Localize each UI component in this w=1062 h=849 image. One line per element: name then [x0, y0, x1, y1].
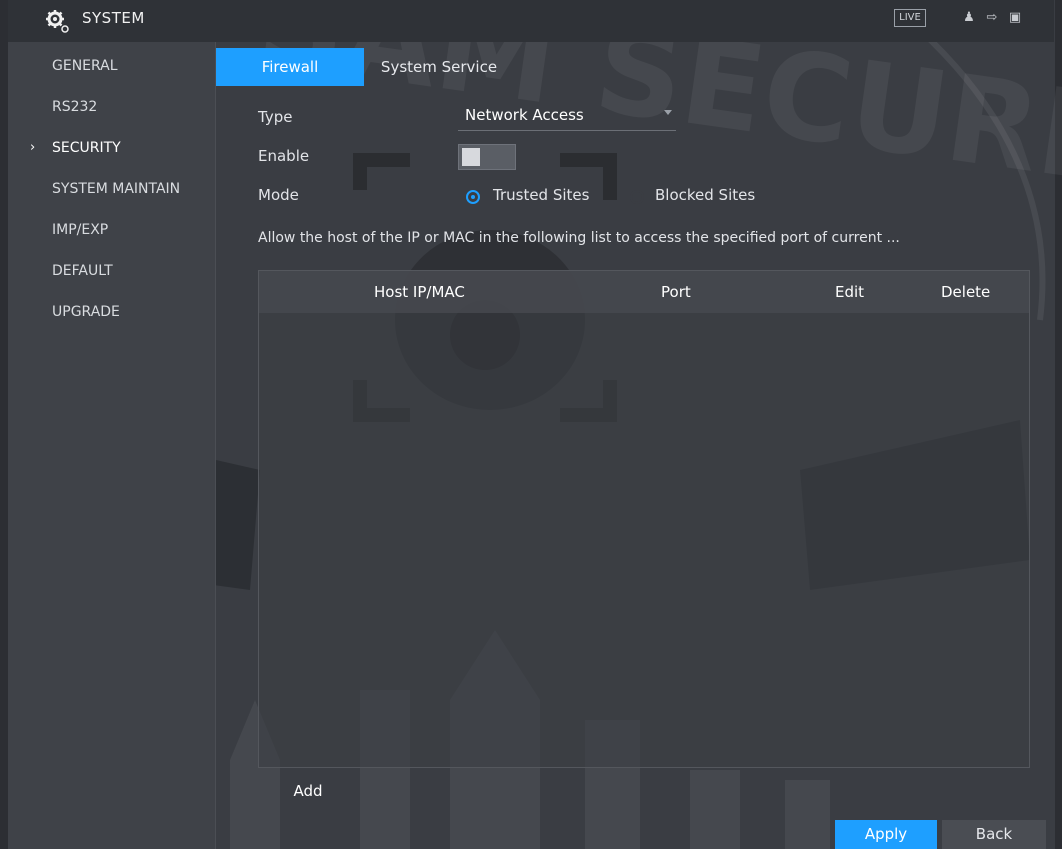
live-button[interactable]: LIVE	[894, 9, 926, 27]
sidebar-item-system-maintain[interactable]: SYSTEM MAINTAIN	[8, 170, 215, 208]
sidebar-item-default[interactable]: DEFAULT	[8, 252, 215, 290]
tab-system-service[interactable]: System Service	[364, 48, 514, 86]
type-select-value: Network Access	[465, 106, 584, 124]
gear-icon	[46, 10, 69, 33]
sidebar-item-general[interactable]: GENERAL	[8, 47, 215, 85]
apply-button[interactable]: Apply	[835, 820, 937, 849]
host-table: Host IP/MAC Port Edit Delete	[258, 270, 1030, 768]
sidebar-item-label: DEFAULT	[52, 263, 113, 279]
radio-trusted-sites[interactable]	[466, 190, 480, 204]
radio-blocked-sites-label: Blocked Sites	[655, 186, 756, 204]
firewall-description: Allow the host of the IP or MAC in the f…	[258, 230, 900, 246]
back-button[interactable]: Back	[942, 820, 1046, 849]
title-bar: SYSTEM LIVE ♟ ⇨ ▣	[8, 0, 1054, 42]
close-icon[interactable]: ▣	[1006, 9, 1024, 27]
sidebar-item-rs232[interactable]: RS232	[8, 88, 215, 126]
column-edit: Edit	[835, 283, 865, 301]
radio-trusted-sites-label: Trusted Sites	[493, 186, 590, 204]
sidebar-item-label: RS232	[52, 99, 98, 115]
sidebar: GENERAL RS232 › SECURITY SYSTEM MAINTAIN…	[8, 42, 216, 849]
column-host-ip-mac: Host IP/MAC	[374, 283, 465, 301]
logout-icon[interactable]: ⇨	[983, 9, 1001, 27]
sidebar-item-label: SECURITY	[52, 140, 121, 156]
sidebar-item-label: IMP/EXP	[52, 222, 109, 238]
radio-blocked-sites[interactable]	[630, 190, 644, 204]
enable-label: Enable	[258, 147, 310, 165]
table-header: Host IP/MAC Port Edit Delete	[259, 271, 1029, 313]
window-title: SYSTEM	[82, 9, 145, 27]
mode-label: Mode	[258, 186, 299, 204]
enable-toggle[interactable]	[458, 144, 516, 170]
sidebar-item-security[interactable]: › SECURITY	[8, 129, 215, 167]
user-icon[interactable]: ♟	[960, 9, 978, 27]
column-port: Port	[661, 283, 691, 301]
add-button[interactable]: Add	[286, 778, 330, 804]
column-delete: Delete	[941, 283, 991, 301]
chevron-down-icon	[664, 110, 672, 115]
sidebar-item-label: SYSTEM MAINTAIN	[52, 181, 181, 197]
toggle-knob	[462, 148, 480, 166]
tab-firewall[interactable]: Firewall	[216, 48, 364, 86]
chevron-right-icon: ›	[30, 140, 36, 155]
sidebar-item-label: UPGRADE	[52, 304, 120, 320]
sidebar-item-label: GENERAL	[52, 58, 118, 74]
sidebar-item-upgrade[interactable]: UPGRADE	[8, 293, 215, 331]
type-label: Type	[258, 108, 293, 126]
sidebar-item-imp-exp[interactable]: IMP/EXP	[8, 211, 215, 249]
